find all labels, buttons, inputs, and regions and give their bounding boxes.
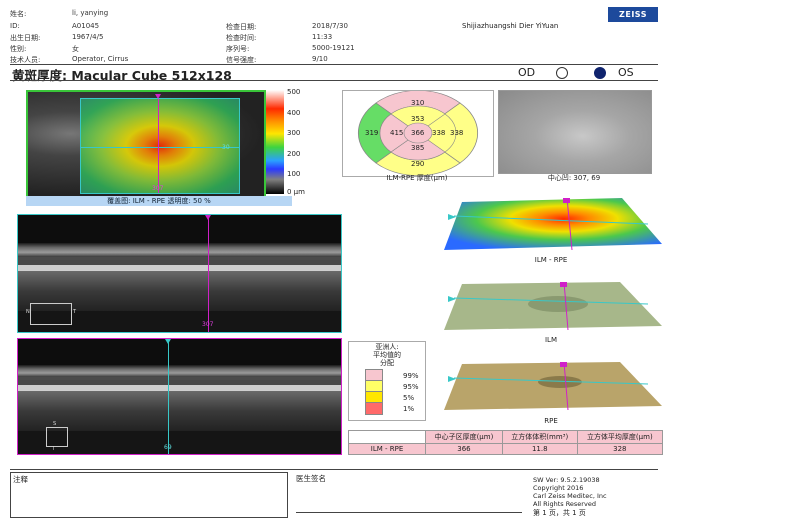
- os-label: OS: [618, 66, 634, 79]
- legend-label-5: 5%: [403, 394, 415, 402]
- slo-image: [498, 90, 652, 174]
- page-number: 第 1 页，共 1 页: [533, 509, 586, 517]
- exam-time: 11:33: [312, 33, 333, 41]
- bscan2-marker: 69: [164, 444, 172, 451]
- orientation-si: [46, 427, 68, 447]
- legend-label-99: 99%: [403, 372, 419, 380]
- sw-version: SW Ver: 9.5.2.19038: [533, 476, 600, 484]
- notes-box: 注释: [10, 472, 288, 518]
- legend-swatch-red: [365, 402, 383, 415]
- scale-label-100: 100: [287, 170, 301, 178]
- summary-header-row: 中心子区厚度(μm) 立方体体积(mm³) 立方体平均厚度(μm): [348, 430, 664, 444]
- fundus-marker-right: 30: [222, 144, 230, 151]
- zeiss-logo: ZEISS: [608, 7, 658, 22]
- etdrs-outer-left: 319: [365, 129, 379, 137]
- thickness-color-scale: [266, 90, 284, 194]
- software-info: SW Ver: 9.5.2.19038 Copyright 2016 Carl …: [533, 476, 607, 508]
- exam-date-label: 检查日期:: [226, 23, 257, 31]
- etdrs-grid: 310 319 338 290 353 415 338 385 366: [342, 90, 494, 177]
- etdrs-outer-right: 338: [450, 129, 464, 137]
- od-label: OD: [518, 66, 536, 79]
- legend-title-1: 亚洲人:: [375, 343, 399, 351]
- scale-label-0: 0 μm: [287, 188, 305, 196]
- patient-name: li, yanying: [72, 9, 109, 17]
- etdrs-inner-top: 353: [411, 115, 425, 123]
- signal-strength: 9/10: [312, 55, 328, 63]
- map3d-caption-3: RPE: [544, 417, 558, 425]
- scale-label-400: 400: [287, 109, 301, 117]
- legend-title-2: 平均值的: [373, 351, 401, 359]
- summary-data-row: ILM - RPE 366 11.8 328: [348, 443, 664, 455]
- overlay-caption: 覆盖图: ILM - RPE 透明度: 50 %: [26, 196, 292, 206]
- sw-company: Carl Zeiss Meditec, Inc: [533, 492, 607, 500]
- scale-label-300: 300: [287, 129, 301, 137]
- sex-label: 性别:: [10, 45, 27, 53]
- serial-label: 序列号:: [226, 45, 250, 53]
- n-label: N: [26, 309, 30, 315]
- os-radio: [594, 67, 606, 79]
- sw-copyright: Copyright 2016: [533, 484, 584, 492]
- etdrs-inner-left: 415: [390, 129, 404, 137]
- summary-header-empty: [348, 430, 426, 444]
- summary-cube-volume: 11.8: [501, 443, 578, 455]
- map3d-rpe: [440, 361, 662, 412]
- etdrs-inner-bottom: 385: [411, 144, 425, 152]
- bscan1-marker: 307: [202, 321, 214, 328]
- exam-time-label: 检查时间:: [226, 34, 257, 42]
- sw-rights: All Rights Reserved: [533, 500, 596, 508]
- legend-label-95: 95%: [403, 383, 419, 391]
- s-label: S: [53, 421, 57, 427]
- etdrs-outer-bottom: 290: [411, 160, 425, 168]
- legend-title-3: 分配: [380, 359, 394, 367]
- summary-table: 中心子区厚度(μm) 立方体体积(mm³) 立方体平均厚度(μm) ILM - …: [348, 430, 664, 455]
- normative-legend: 亚洲人: 平均值的 分配 99% 95% 5% 1%: [348, 341, 426, 421]
- etdrs-outer-top: 310: [411, 99, 425, 107]
- patient-id: A01045: [72, 22, 100, 30]
- scale-label-200: 200: [287, 150, 301, 158]
- bscan-vertical: S I 69: [17, 338, 342, 455]
- summary-row-label: ILM - RPE: [348, 443, 426, 455]
- summary-center-thickness: 366: [425, 443, 503, 455]
- signature-label: 医生签名: [296, 474, 326, 483]
- bscan-horizontal: N T 307: [17, 214, 342, 333]
- od-radio: [556, 67, 568, 79]
- summary-header-center: 中心子区厚度(μm): [425, 430, 503, 444]
- serial-number: 5000-19121: [312, 44, 355, 52]
- summary-header-avg: 立方体平均厚度(μm): [576, 430, 664, 444]
- map3d-ilm: [440, 281, 662, 332]
- fundus-thickness-map: 30 307: [26, 90, 266, 198]
- i-label: I: [53, 446, 55, 452]
- map3d-ilm-rpe: [440, 197, 662, 252]
- map3d-caption-1: ILM - RPE: [534, 256, 568, 264]
- map3d-caption-2: ILM: [544, 336, 557, 344]
- etdrs-caption: ILM-RPE 厚度(μm): [386, 174, 448, 182]
- notes-label: 注释: [13, 475, 28, 484]
- etdrs-center: 366: [411, 129, 425, 137]
- scale-label-500: 500: [287, 88, 301, 96]
- t-label: T: [73, 309, 77, 315]
- id-label: ID:: [10, 22, 20, 30]
- report-title: 黄斑厚度: Macular Cube 512x128: [12, 68, 232, 83]
- orientation-nt: [30, 303, 72, 325]
- institution-name: Shijiazhuangshi Dier YiYuan: [462, 22, 559, 30]
- etdrs-inner-right: 338: [432, 129, 446, 137]
- summary-cube-avg: 328: [576, 443, 664, 455]
- exam-date: 2018/7/30: [312, 22, 348, 30]
- dob-label: 出生日期:: [10, 34, 41, 42]
- patient-dob: 1967/4/5: [72, 33, 104, 41]
- legend-label-1: 1%: [403, 405, 415, 413]
- patient-sex: 女: [72, 45, 79, 53]
- name-label: 姓名:: [10, 10, 27, 18]
- slo-caption: 中心凹: 307, 69: [547, 174, 601, 182]
- operator: Operator, Cirrus: [72, 55, 129, 63]
- summary-header-volume: 立方体体积(mm³): [501, 430, 578, 444]
- fundus-marker-bottom: 307: [152, 185, 164, 192]
